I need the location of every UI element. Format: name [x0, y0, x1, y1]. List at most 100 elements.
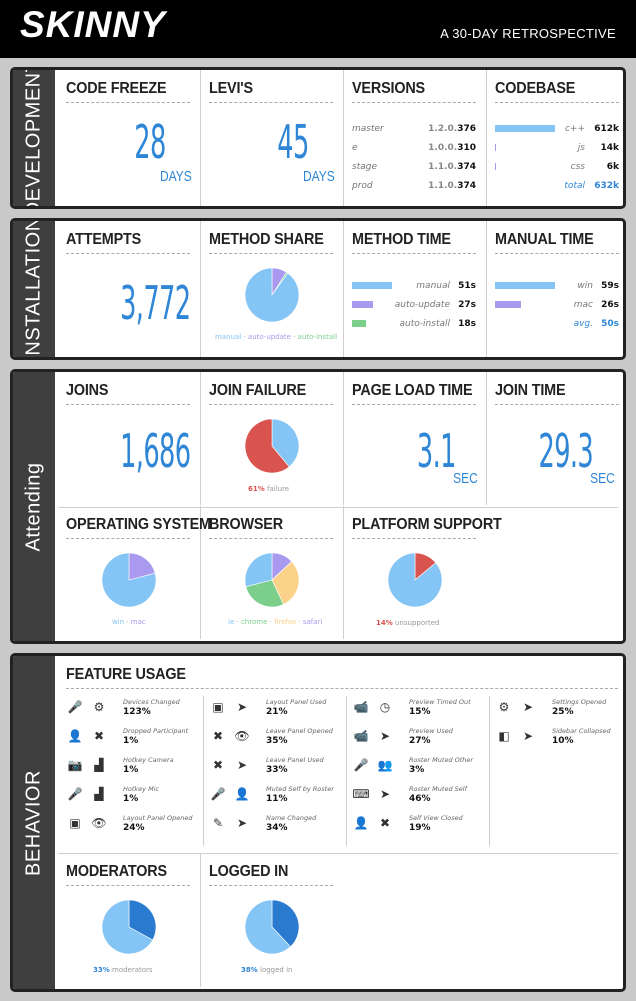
version-row: master 1.2.0.376 — [352, 122, 476, 136]
legend-sep: · — [124, 618, 131, 626]
legend-sep: · — [234, 618, 241, 626]
feature-pct: 11% — [266, 794, 288, 804]
cursor-icon: ➤ — [522, 729, 534, 743]
version-row: stage 1.1.0.374 — [352, 160, 476, 174]
feature-name: Layout Panel Opened — [123, 814, 193, 822]
bar — [352, 320, 366, 327]
legend-item: auto-install — [297, 333, 338, 341]
feature-pct: 21% — [266, 707, 288, 717]
bar-row: auto-update 27s — [352, 298, 476, 312]
feature-item: 🎤 👤 Muted Self by Roster 11% — [209, 785, 345, 811]
feature-name: Preview Used — [409, 727, 453, 735]
bar-label: auto-update — [394, 300, 450, 310]
close-icon: ✖ — [93, 729, 105, 743]
moderators-pie — [101, 899, 157, 955]
legend: manual · auto-update · auto-install — [215, 333, 337, 341]
eye-icon: 👁 — [91, 816, 107, 830]
keyboard-icon: ▟ — [94, 787, 104, 801]
card-title: MODERATORS — [66, 863, 167, 880]
bar — [352, 282, 392, 289]
moderators-card: MODERATORS 33% moderators — [58, 853, 201, 987]
section-label: INSTALLATION — [13, 221, 55, 357]
group-icon: 👥 — [377, 758, 393, 772]
version-value: 1.1.0.374 — [428, 162, 476, 172]
feature-pct: 33% — [266, 765, 288, 775]
os-pie — [101, 552, 157, 608]
feature-pct: 27% — [409, 736, 431, 746]
feature-item: 📷 ▟ Hotkey Camera 1% — [66, 756, 202, 782]
version-build: 310 — [457, 143, 476, 153]
version-build: 376 — [457, 124, 476, 134]
version-row: prod 1.1.0.374 — [352, 179, 476, 193]
feature-name: Sidebar Collapsed — [552, 727, 611, 735]
bar-row: auto-install 18s — [352, 317, 476, 331]
version-prefix: 1.1.0. — [428, 181, 458, 191]
versions-card: VERSIONS master 1.2.0.376 e 1.0.0.310 stage 1… — [344, 70, 487, 206]
attempts-card: ATTEMPTS 3,772 — [58, 221, 201, 357]
close-icon: ✖ — [379, 816, 391, 830]
bar-value: 59s — [601, 281, 619, 291]
card-title: METHOD TIME — [352, 231, 451, 248]
bar-value: 14k — [600, 143, 619, 153]
codebase-card: CODEBASE c++ 612k js 14k css 6k total 632k — [487, 70, 623, 206]
page-load-card: PAGE LOAD TIME 3.1 SEC — [344, 372, 487, 505]
bar-value: 612k — [594, 124, 619, 134]
feature-pct: 10% — [552, 736, 574, 746]
bar-value: 6k — [606, 162, 619, 172]
card-title: MANUAL TIME — [495, 231, 594, 248]
feature-item: 📹 ◷ Preview Timed Out 15% — [352, 698, 488, 724]
bar-row: total 632k — [495, 179, 619, 193]
stat-unit: SEC — [590, 470, 615, 487]
method-share-card: METHOD SHARE manual · auto-update · auto… — [201, 221, 344, 357]
feature-item: 🎤 ▟ Hotkey Mic 1% — [66, 785, 202, 811]
feature-name: Layout Panel Used — [266, 698, 327, 706]
clock-icon: ◷ — [379, 700, 391, 714]
bar-row: mac 26s — [495, 298, 619, 312]
legend-sep: · — [290, 333, 298, 341]
version-prefix: 1.1.0. — [428, 162, 458, 172]
legend-item: mac — [130, 618, 146, 626]
logged-in-card: LOGGED IN 38% logged in — [201, 853, 344, 987]
os-card: OPERATING SYSTEM win · mac — [58, 506, 211, 639]
mic-camera-icon: 🎤 — [67, 700, 83, 714]
legend-item: safari — [302, 618, 323, 626]
bar-label: manual — [416, 281, 450, 291]
feature-name: Dropped Participant — [123, 727, 189, 735]
mic-off-icon: 🎤 — [353, 758, 369, 772]
version-build: 374 — [457, 181, 476, 191]
cursor-icon: ➤ — [379, 787, 391, 801]
bar-row: css 6k — [495, 160, 619, 174]
legend-item: auto-update — [247, 333, 291, 341]
bar-value: 26s — [601, 300, 619, 310]
cursor-icon: ➤ — [236, 700, 248, 714]
feature-pct: 46% — [409, 794, 431, 804]
mic-off-icon: 🎤 — [210, 787, 226, 801]
bar — [352, 301, 373, 308]
card-title: VERSIONS — [352, 80, 425, 97]
cursor-icon: ➤ — [379, 729, 391, 743]
feature-name: Roster Muted Self — [409, 785, 467, 793]
column-divider — [489, 696, 490, 846]
feature-item: ✖ ➤ Leave Panel Used 33% — [209, 756, 345, 782]
layout-icon: ▣ — [212, 700, 224, 714]
feature-item: ▣ 👁 Layout Panel Opened 24% — [66, 814, 202, 840]
bar-value: 50s — [601, 319, 619, 329]
legend: ie · chrome · firefox · safari — [228, 618, 322, 626]
bar-label: avg. — [573, 319, 593, 329]
feature-name: Self View Closed — [409, 814, 463, 822]
bar-label: js — [577, 143, 585, 153]
pencil-icon: ✎ — [212, 816, 224, 830]
legend: win · mac — [112, 618, 146, 626]
development-section: DEVELOPMENT CODE FREEZE 28 DAYS LEVI'S 4… — [10, 67, 626, 209]
stat-unit: DAYS — [303, 168, 335, 185]
bar-row: win 59s — [495, 279, 619, 293]
feature-pct: 123% — [123, 707, 151, 717]
feature-name: Name Changed — [266, 814, 317, 822]
feature-pct: 15% — [409, 707, 431, 717]
feature-item: ⚙ ➤ Settings Opened 25% — [495, 698, 623, 724]
bar-label: mac — [573, 300, 593, 310]
card-title: CODEBASE — [495, 80, 576, 97]
tagline: A 30-DAY RETROSPECTIVE — [440, 26, 616, 41]
card-title: LEVI'S — [209, 80, 253, 97]
bar-row: js 14k — [495, 141, 619, 155]
